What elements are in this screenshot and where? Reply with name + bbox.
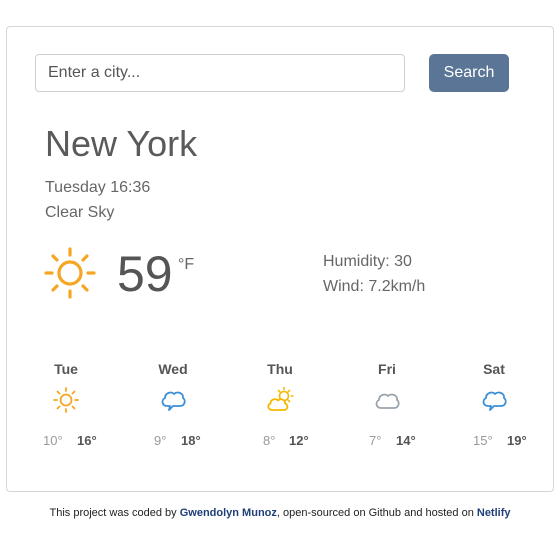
forecast-day-name: Fri [378,361,396,377]
humidity: Humidity: 30 [323,253,412,270]
sun-icon [53,387,79,413]
forecast-max-temp: 14° [396,433,416,448]
forecast-day: Thu 8° 12° [240,361,320,451]
forecast-day: Tue 10° 16° [26,361,106,451]
forecast-max-temp: 16° [77,433,97,448]
current-datetime: Tuesday 16:36 [45,179,151,196]
temperature-unit-toggle[interactable]: °F [178,256,194,274]
netlify-link[interactable]: Netlify [477,507,511,519]
footer-text: This project was coded by [49,507,180,519]
author-link[interactable]: Gwendolyn Munoz [180,507,277,519]
wind: Wind: 7.2km/h [323,278,426,295]
forecast-day: Wed 9° 18° [133,361,213,451]
partly-cloudy-icon [267,386,294,411]
forecast-max-temp: 19° [507,433,527,448]
forecast-max-temp: 12° [289,433,309,448]
city-search-input[interactable] [35,54,405,92]
forecast-min-temp: 15° [473,433,493,448]
forecast-min-temp: 7° [369,433,382,448]
forecast-max-temp: 18° [181,433,201,448]
forecast-day-name: Sat [483,361,505,377]
cloud-icon [375,393,400,409]
forecast-day: Sat 15° 19° [454,361,534,451]
weather-description: Clear Sky [45,204,115,221]
cloud-icon [482,391,507,411]
forecast-min-temp: 8° [263,433,276,448]
sun-icon [44,247,96,299]
forecast-day-name: Tue [54,361,78,377]
footer-text: , open-sourced on Github and hosted on [276,507,477,519]
forecast-min-temp: 9° [154,433,167,448]
footer: This project was coded by Gwendolyn Muno… [0,507,560,519]
current-temperature: 59 [117,246,173,302]
cloud-icon [161,391,186,411]
city-name: New York [45,123,198,164]
forecast-day-name: Wed [158,361,188,377]
forecast-min-temp: 10° [43,433,63,448]
search-button[interactable]: Search [429,54,509,92]
forecast-day: Fri 7° 14° [347,361,427,451]
forecast-day-name: Thu [267,361,293,377]
weather-card: Search New York Tuesday 16:36 Clear Sky … [6,26,554,492]
